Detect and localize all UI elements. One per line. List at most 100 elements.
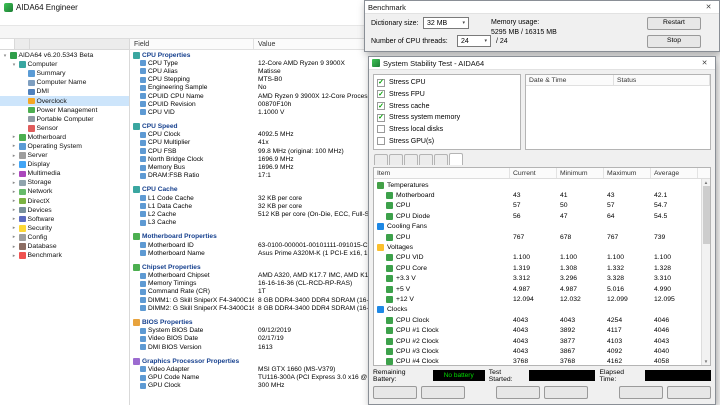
tree-item[interactable]: ▸ Display	[0, 160, 129, 169]
stat-row[interactable]: +12 V 12.094 12.032 12.099 12.095	[374, 294, 710, 304]
tree-item[interactable]: ▸ Database	[0, 242, 129, 251]
stress-checkbox[interactable]: Stress CPU	[377, 77, 517, 88]
stability-button[interactable]	[421, 386, 465, 399]
tree-item[interactable]: ▸ Multimedia	[0, 169, 129, 178]
stat-row[interactable]: CPU #2 Clock 4043 3877 4103 4043	[374, 336, 710, 346]
scroll-down-icon[interactable]: ▼	[704, 359, 708, 364]
tree-item[interactable]: ▸ Motherboard	[0, 133, 129, 142]
tree-item[interactable]: ▸ Benchmark	[0, 251, 129, 260]
stability-button[interactable]	[544, 386, 588, 399]
stat-column-average[interactable]: Average	[651, 168, 698, 178]
tab[interactable]	[404, 154, 418, 165]
expander-icon[interactable]: ▾	[2, 53, 8, 59]
stat-column-maximum[interactable]: Maximum	[604, 168, 651, 178]
tree-item[interactable]: ▸ Config	[0, 233, 129, 242]
stat-row[interactable]: Clocks	[374, 305, 710, 315]
stat-row[interactable]: Cooling Fans	[374, 222, 710, 232]
expander-icon[interactable]: ▸	[11, 162, 17, 168]
stop-button[interactable]: Stop	[647, 35, 701, 48]
tree-item[interactable]: Portable Computer	[0, 115, 129, 124]
tree-item[interactable]: Summary	[0, 69, 129, 78]
stat-row[interactable]: +5 V 4.987 4.987 5.016 4.990	[374, 284, 710, 294]
checkbox-icon[interactable]	[377, 137, 385, 145]
stat-row[interactable]: +3.3 V 3.312 3.296 3.328 3.310	[374, 274, 710, 284]
stat-row[interactable]: CPU 57 50 57 54.7	[374, 201, 710, 211]
scrollbar[interactable]: ▲ ▼	[701, 179, 710, 365]
stat-row[interactable]: CPU #4 Clock 3768 3768 4162 4058	[374, 357, 710, 365]
restart-button[interactable]: Restart	[647, 17, 701, 30]
tree-item[interactable]: Sensor	[0, 124, 129, 133]
tree-item[interactable]: ▸ Operating System	[0, 142, 129, 151]
tab[interactable]	[374, 154, 388, 165]
tree-item[interactable]: ▸ DirectX	[0, 197, 129, 206]
stat-row[interactable]: Voltages	[374, 242, 710, 252]
scrollbar-thumb[interactable]	[703, 186, 710, 244]
cpu-threads-select[interactable]: 24▾	[457, 35, 491, 47]
log-column-datetime[interactable]: Date & Time	[526, 75, 614, 85]
close-icon[interactable]: ✕	[697, 58, 712, 69]
tab[interactable]	[449, 153, 463, 165]
stat-row[interactable]: CPU #3 Clock 4043 3867 4092 4040	[374, 346, 710, 356]
expander-icon[interactable]: ▸	[11, 153, 17, 159]
tree-item[interactable]: Overclock	[0, 96, 129, 105]
tab[interactable]	[434, 154, 448, 165]
stress-checkbox[interactable]: Stress local disks	[377, 124, 517, 135]
expander-icon[interactable]: ▸	[11, 244, 17, 250]
checkbox-icon[interactable]	[377, 102, 385, 110]
checkbox-icon[interactable]	[377, 79, 385, 87]
stat-row[interactable]: CPU Core 1.319 1.308 1.332 1.328	[374, 263, 710, 273]
expander-icon[interactable]: ▸	[11, 225, 17, 231]
tree-item[interactable]: ▾ AIDA64 v6.20.5343 Beta	[0, 51, 129, 60]
log-column-status[interactable]: Status	[614, 75, 710, 85]
stress-checkbox[interactable]: Stress cache	[377, 101, 517, 112]
expander-icon[interactable]: ▸	[11, 253, 17, 259]
checkbox-icon[interactable]	[377, 90, 385, 98]
stat-row[interactable]: CPU Clock 4043 4043 4254 4046	[374, 315, 710, 325]
stat-column-current[interactable]: Current	[510, 168, 557, 178]
expander-icon[interactable]: ▸	[11, 207, 17, 213]
expander-icon[interactable]: ▸	[11, 189, 17, 195]
tree-item[interactable]: DMI	[0, 87, 129, 96]
stat-row[interactable]: CPU Diode 56 47 64 54.5	[374, 211, 710, 221]
stability-button[interactable]	[496, 386, 540, 399]
tab[interactable]	[419, 154, 433, 165]
checkbox-icon[interactable]	[377, 114, 385, 122]
tree-item[interactable]: ▸ Security	[0, 224, 129, 233]
stat-row[interactable]: CPU 767 678 767 739	[374, 232, 710, 242]
column-header-field[interactable]: Field	[130, 39, 254, 49]
stability-button[interactable]	[667, 386, 711, 399]
expander-icon[interactable]: ▸	[11, 216, 17, 222]
sidebar-tab[interactable]	[15, 39, 30, 49]
expander-icon[interactable]: ▸	[11, 171, 17, 177]
stat-row[interactable]: CPU VID 1.100 1.100 1.100 1.100	[374, 253, 710, 263]
tree-item[interactable]: ▸ Network	[0, 187, 129, 196]
expander-icon[interactable]: ▸	[11, 234, 17, 240]
stat-column-item[interactable]: Item	[374, 168, 510, 178]
stress-checkbox[interactable]: Stress FPU	[377, 89, 517, 100]
expander-icon[interactable]: ▸	[11, 198, 17, 204]
tab[interactable]	[389, 154, 403, 165]
tree-item[interactable]: Power Management	[0, 106, 129, 115]
close-icon[interactable]: ✕	[701, 2, 716, 13]
expander-icon[interactable]: ▾	[11, 62, 17, 68]
stability-button[interactable]	[619, 386, 663, 399]
expander-icon[interactable]: ▸	[11, 180, 17, 186]
expander-icon[interactable]: ▸	[11, 134, 17, 140]
expander-icon[interactable]: ▸	[11, 143, 17, 149]
tree-item[interactable]: ▸ Software	[0, 215, 129, 224]
tree-item[interactable]: ▸ Storage	[0, 178, 129, 187]
stat-row[interactable]: CPU #1 Clock 4043 3892 4117 4046	[374, 325, 710, 335]
tree-item[interactable]: Computer Name	[0, 78, 129, 87]
sidebar-tab[interactable]	[0, 39, 15, 49]
stat-column-minimum[interactable]: Minimum	[557, 168, 604, 178]
stability-button[interactable]	[373, 386, 417, 399]
stress-checkbox[interactable]: Stress GPU(s)	[377, 136, 517, 147]
scroll-up-icon[interactable]: ▲	[704, 180, 708, 185]
stat-row[interactable]: Motherboard 43 41 43 42.1	[374, 190, 710, 200]
tree-item[interactable]: ▸ Devices	[0, 206, 129, 215]
stress-checkbox[interactable]: Stress system memory	[377, 112, 517, 123]
checkbox-icon[interactable]	[377, 125, 385, 133]
tree-item[interactable]: ▸ Server	[0, 151, 129, 160]
tree-item[interactable]: ▾ Computer	[0, 60, 129, 69]
dictionary-size-select[interactable]: 32 MB▾	[423, 17, 469, 29]
